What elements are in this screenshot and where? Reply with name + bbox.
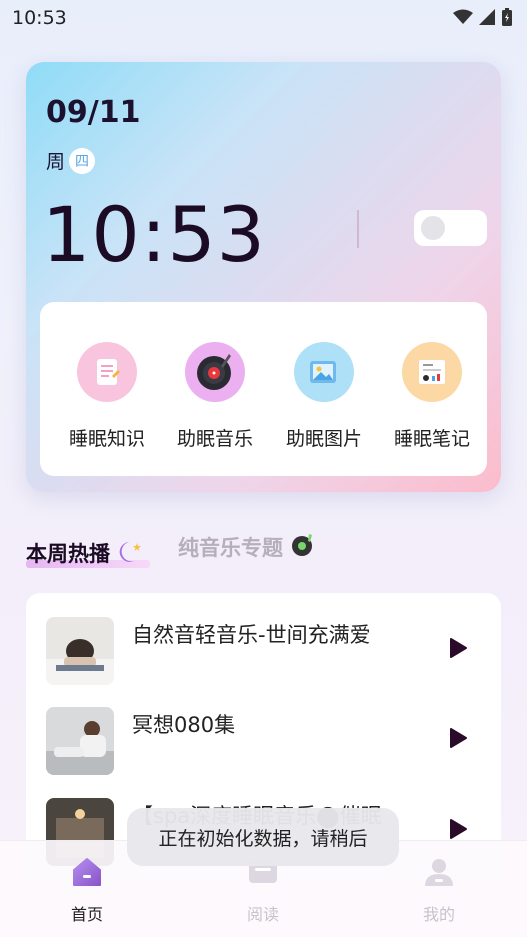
clock-card: 09/11 周 四 10:53 睡眠知识 助眠音乐 助眠图片 睡眠笔记 — [26, 62, 501, 492]
tab-pure-music-label: 纯音乐专题 — [178, 536, 283, 560]
song-thumbnail — [46, 617, 114, 685]
tool-sleep-music[interactable]: 助眠音乐 — [165, 342, 265, 451]
toggle-knob — [421, 216, 445, 240]
moon-icon — [120, 542, 142, 562]
status-bar: 10:53 — [0, 0, 527, 36]
nav-item-home[interactable]: 首页 — [47, 855, 127, 925]
play-icon[interactable] — [448, 637, 468, 659]
wifi-icon — [453, 9, 473, 24]
tool-label: 助眠图片 — [285, 428, 362, 450]
song-title: 自然音轻音乐-世间充满爱 — [132, 623, 371, 647]
battery-icon — [502, 8, 512, 26]
tool-sleep-notes[interactable]: 睡眠笔记 — [382, 342, 482, 451]
list-item[interactable]: 自然音轻音乐-世间充满爱 — [26, 593, 501, 685]
tool-label: 睡眠笔记 — [393, 428, 470, 450]
song-title: 冥想080集 — [132, 713, 236, 737]
song-thumbnail — [46, 707, 114, 775]
notebook-icon — [402, 342, 462, 402]
signal-icon — [479, 9, 495, 25]
profile-icon — [425, 859, 453, 886]
vinyl-record-icon — [185, 342, 245, 402]
music-disc-icon — [292, 534, 313, 556]
nav-label: 我的 — [422, 905, 455, 924]
tab-weekly-hot-label: 本周热播 — [26, 542, 110, 566]
play-icon[interactable] — [448, 818, 468, 840]
tool-label: 睡眠知识 — [68, 428, 145, 450]
tool-label: 助眠音乐 — [176, 428, 253, 450]
date-text: 09/11 — [46, 95, 141, 130]
tools-panel: 睡眠知识 助眠音乐 助眠图片 睡眠笔记 — [40, 302, 487, 476]
nav-item-profile[interactable]: 我的 — [399, 855, 479, 925]
picture-icon — [294, 342, 354, 402]
clock-time: 10:53 — [42, 190, 267, 279]
clock-toggle[interactable] — [414, 210, 487, 246]
tab-weekly-hot[interactable]: 本周热播 — [26, 538, 143, 568]
weekday-badge: 四 — [69, 147, 96, 174]
home-icon — [73, 858, 101, 886]
nav-label: 阅读 — [246, 905, 279, 924]
tool-sleep-pictures[interactable]: 助眠图片 — [274, 342, 374, 451]
clock-divider — [357, 210, 359, 248]
tool-sleep-knowledge[interactable]: 睡眠知识 — [57, 342, 157, 451]
document-icon — [77, 342, 137, 402]
tab-pure-music[interactable]: 纯音乐专题 — [178, 532, 316, 562]
play-icon[interactable] — [448, 727, 468, 749]
status-icons — [453, 8, 513, 26]
list-item[interactable]: 冥想080集 — [26, 683, 501, 775]
toast-message: 正在初始化数据，请稍后 — [127, 808, 399, 866]
status-time: 10:53 — [12, 7, 67, 29]
nav-label: 首页 — [70, 905, 103, 924]
weekday-prefix: 周 — [46, 151, 66, 173]
weekday: 周 四 — [46, 147, 96, 174]
